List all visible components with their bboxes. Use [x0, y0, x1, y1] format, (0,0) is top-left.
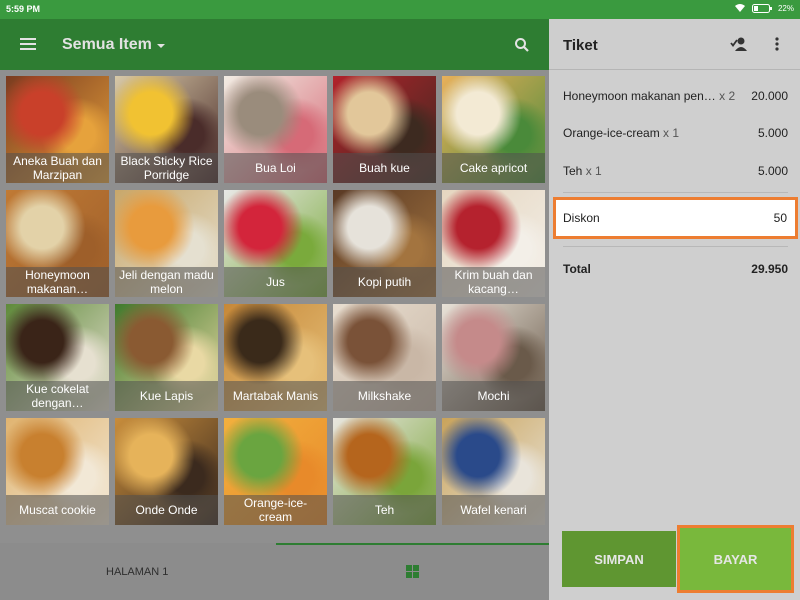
line-name: Teh: [563, 164, 583, 178]
item-grid: Aneka Buah dan Marzipan Black Sticky Rice…: [0, 70, 549, 543]
status-time: 5:59 PM: [6, 4, 41, 14]
item-label: Jeli dengan madu melon: [115, 267, 218, 297]
item-tile[interactable]: Krim buah dan kacang…: [442, 190, 545, 297]
line-qty: x 2: [719, 89, 736, 103]
item-tile[interactable]: Kue cokelat dengan…: [6, 304, 109, 411]
item-tile[interactable]: Muscat cookie: [6, 418, 109, 525]
menu-icon[interactable]: [20, 38, 36, 50]
total-row: Total 29.950: [563, 262, 788, 276]
more-options-icon[interactable]: [775, 37, 779, 51]
battery-percent: 22%: [777, 3, 794, 13]
wifi-icon: [734, 4, 745, 12]
item-label: Kue Lapis: [115, 381, 218, 411]
ticket-header: Tiket: [549, 19, 800, 70]
total-label: Total: [563, 262, 591, 276]
line-qty: x 1: [663, 126, 680, 140]
search-icon[interactable]: [514, 37, 530, 53]
top-app-bar: Semua Item: [0, 19, 549, 70]
item-tile[interactable]: Kopi putih: [333, 190, 436, 297]
line-value: 5.000: [757, 164, 788, 178]
battery-icon: [751, 3, 772, 13]
status-bar: 5:59 PM 22%: [0, 0, 800, 19]
ticket-panel: Tiket Honeymoon makanan pen… x 2 20.000 …: [549, 19, 800, 600]
item-label: Mochi: [442, 381, 545, 411]
line-value: 20.000: [751, 89, 788, 103]
item-tile[interactable]: Black Sticky Rice Porridge: [115, 76, 218, 183]
grid-view-icon[interactable]: [406, 565, 419, 578]
item-label: Wafel kenari: [442, 495, 545, 525]
pay-button[interactable]: BAYAR: [677, 525, 794, 593]
item-label: Bua Loi: [224, 153, 327, 183]
item-label: Martabak Manis: [224, 381, 327, 411]
item-label: Kue cokelat dengan…: [6, 381, 109, 411]
line-name: Orange-ice-cream: [563, 126, 660, 140]
item-tile[interactable]: Jeli dengan madu melon: [115, 190, 218, 297]
item-tile[interactable]: Bua Loi: [224, 76, 327, 183]
discount-value: 50: [773, 211, 787, 225]
line-value: 5.000: [757, 126, 788, 140]
item-label: Buah kue: [333, 153, 436, 183]
line-name: Honeymoon makanan pen…: [563, 89, 716, 103]
category-title[interactable]: Semua Item: [62, 36, 152, 54]
item-tile[interactable]: Jus: [224, 190, 327, 297]
item-tile[interactable]: Buah kue: [333, 76, 436, 183]
ticket-title: Tiket: [563, 37, 598, 54]
item-label: Cake apricot: [442, 153, 545, 183]
item-tile[interactable]: Martabak Manis: [224, 304, 327, 411]
page-tab[interactable]: HALAMAN 1: [106, 566, 168, 578]
save-button[interactable]: SIMPAN: [562, 531, 676, 587]
item-tile[interactable]: Mochi: [442, 304, 545, 411]
item-label: Teh: [333, 495, 436, 525]
ticket-line[interactable]: Teh x 1 5.000: [563, 164, 788, 178]
item-label: Onde Onde: [115, 495, 218, 525]
ticket-line[interactable]: Orange-ice-cream x 1 5.000: [563, 126, 788, 140]
total-value: 29.950: [751, 262, 788, 276]
item-tile[interactable]: Teh: [333, 418, 436, 525]
item-tile[interactable]: Honeymoon makanan…: [6, 190, 109, 297]
item-label: Orange-ice-cream: [224, 495, 327, 525]
item-tile[interactable]: Wafel kenari: [442, 418, 545, 525]
item-label: Black Sticky Rice Porridge: [115, 153, 218, 183]
item-tile[interactable]: Aneka Buah dan Marzipan: [6, 76, 109, 183]
add-customer-icon[interactable]: [730, 36, 748, 52]
item-label: Aneka Buah dan Marzipan: [6, 153, 109, 183]
discount-label: Diskon: [563, 211, 600, 225]
item-tile[interactable]: Milkshake: [333, 304, 436, 411]
item-label: Jus: [224, 267, 327, 297]
item-label: Kopi putih: [333, 267, 436, 297]
divider: [563, 246, 788, 247]
item-label: Honeymoon makanan…: [6, 267, 109, 297]
item-tile[interactable]: Onde Onde: [115, 418, 218, 525]
divider: [563, 192, 788, 193]
item-label: Krim buah dan kacang…: [442, 267, 545, 297]
tab-indicator: [276, 543, 549, 545]
bottom-bar: HALAMAN 1: [0, 543, 549, 600]
item-tile[interactable]: Kue Lapis: [115, 304, 218, 411]
item-label: Milkshake: [333, 381, 436, 411]
line-qty: x 1: [585, 164, 602, 178]
item-tile[interactable]: Cake apricot: [442, 76, 545, 183]
ticket-line[interactable]: Honeymoon makanan pen… x 2 20.000: [563, 89, 788, 103]
chevron-down-icon[interactable]: [157, 44, 165, 48]
item-label: Muscat cookie: [6, 495, 109, 525]
item-tile[interactable]: Orange-ice-cream: [224, 418, 327, 525]
discount-row[interactable]: Diskon 50: [553, 197, 798, 239]
